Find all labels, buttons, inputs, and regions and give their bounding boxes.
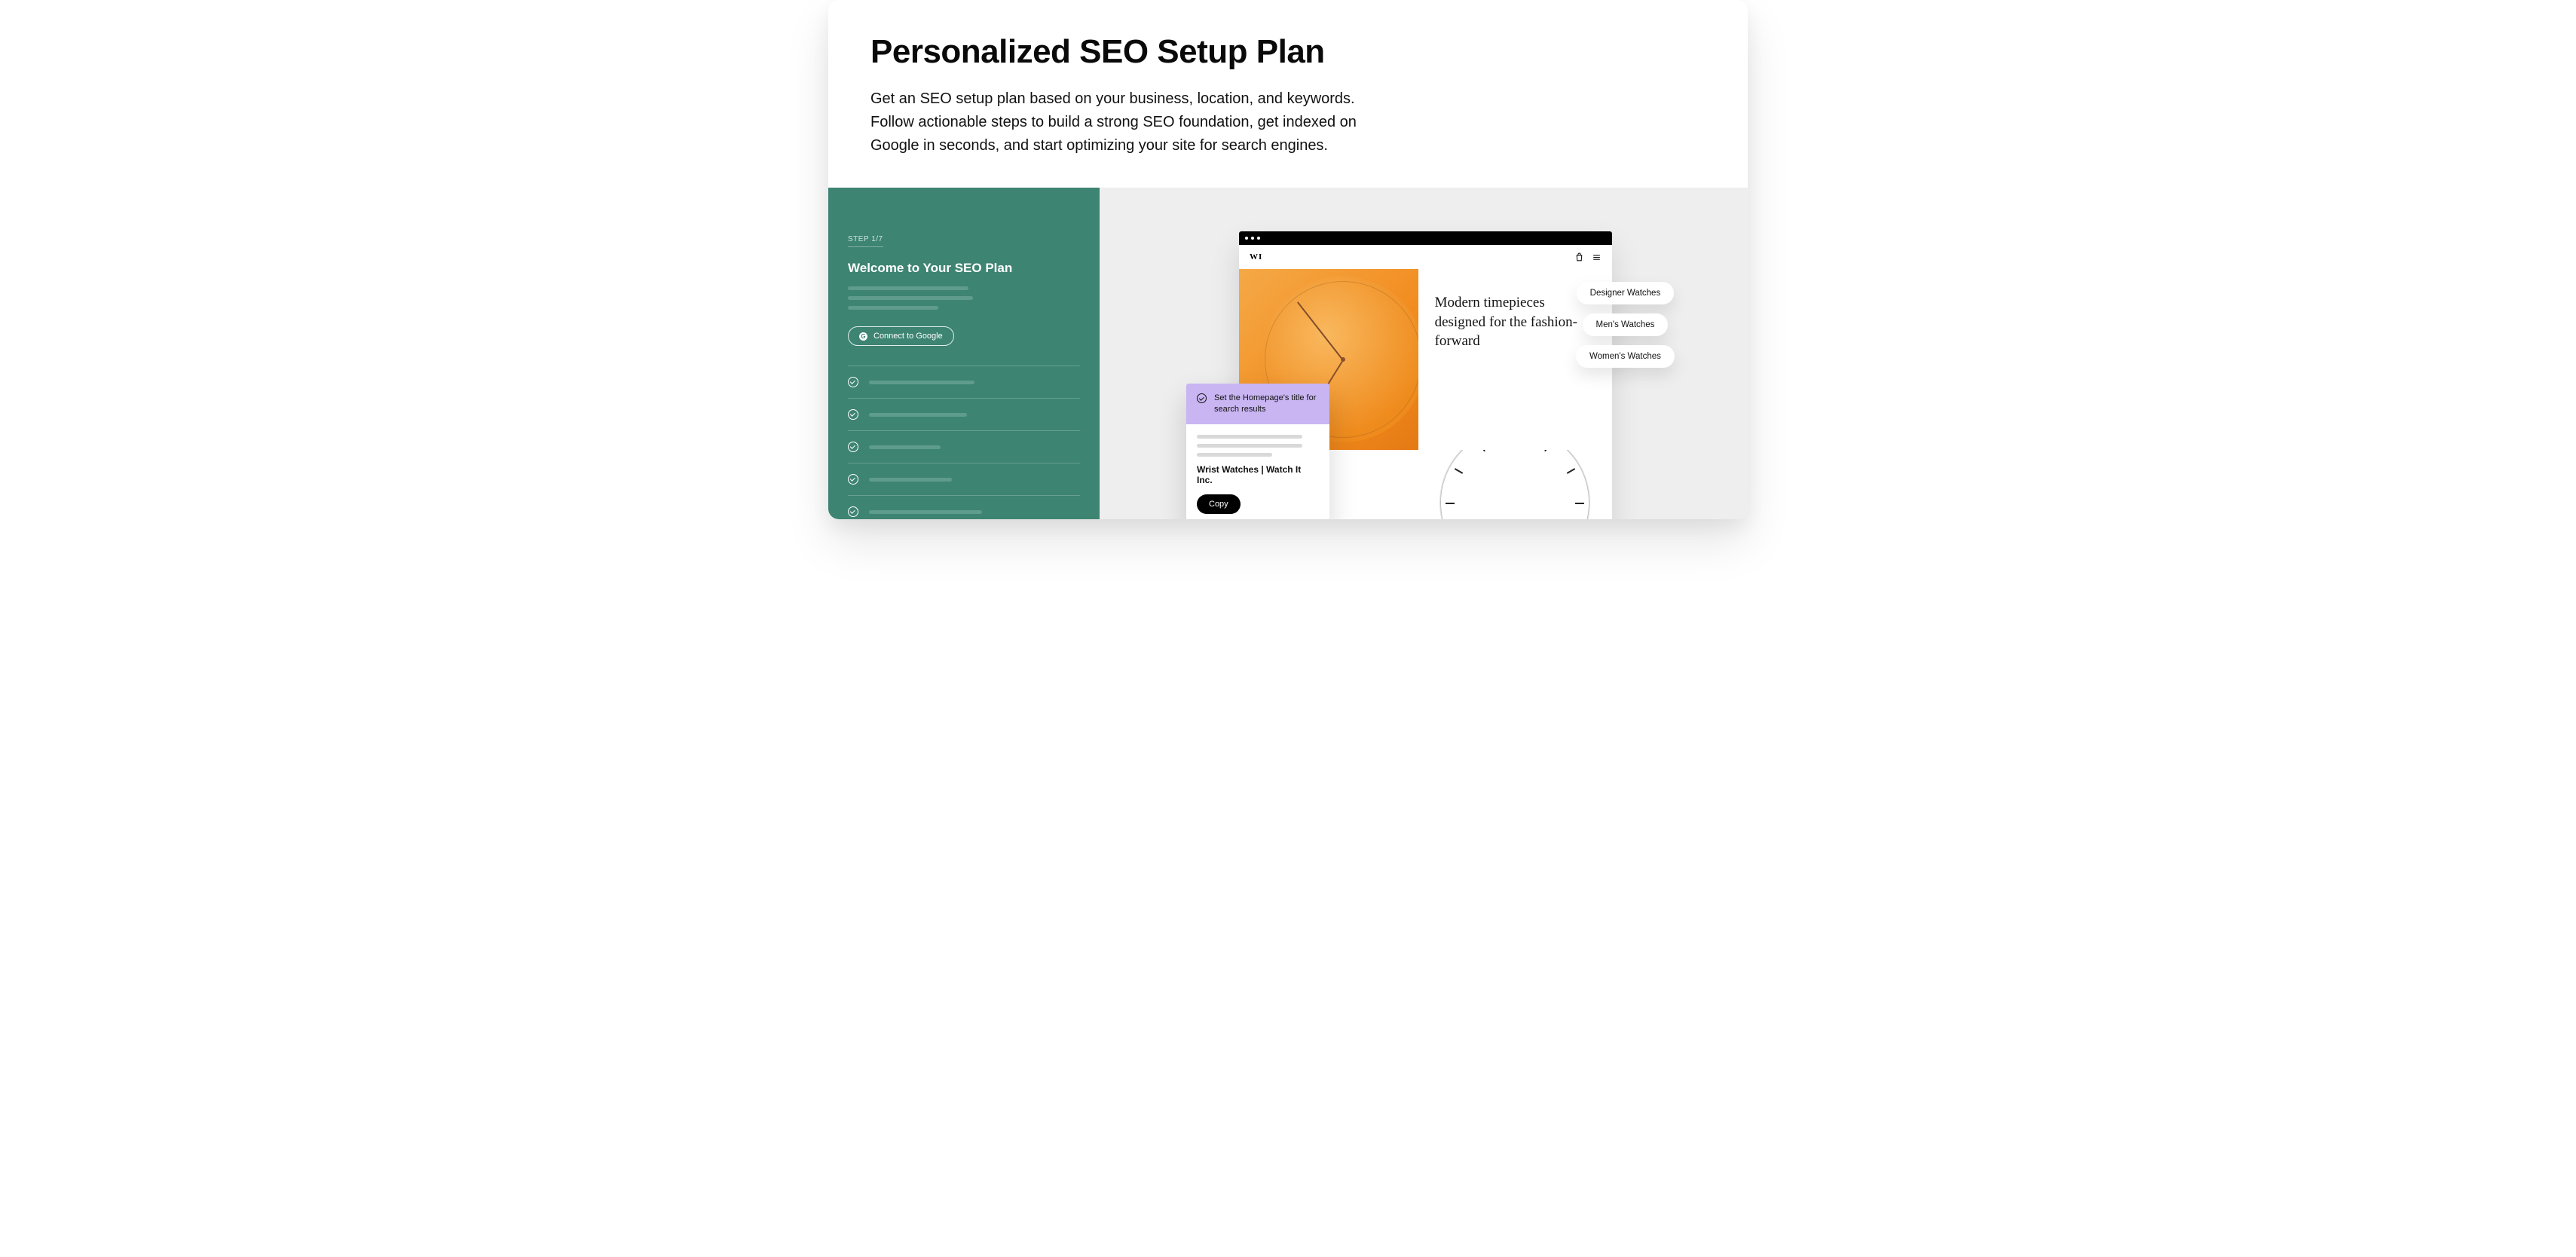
connect-to-google-button[interactable]: G Connect to Google	[848, 326, 954, 346]
hamburger-menu-icon[interactable]	[1592, 252, 1602, 262]
check-circle-icon	[848, 409, 858, 420]
task-card-header: Set the Homepage's title for search resu…	[1186, 384, 1329, 424]
placeholder-text-lines	[848, 286, 1080, 310]
feature-card: Personalized SEO Setup Plan Get an SEO s…	[828, 0, 1748, 519]
site-logo: WI	[1250, 252, 1262, 261]
check-circle-icon	[848, 442, 858, 452]
seo-wizard-panel: STEP 1/7 Welcome to Your SEO Plan G Conn…	[828, 188, 1100, 519]
task-title: Set the Homepage's title for search resu…	[1214, 393, 1319, 415]
check-circle-icon	[848, 474, 858, 485]
browser-chrome-bar	[1239, 231, 1612, 245]
product-watch-image	[1418, 450, 1612, 519]
checklist-item[interactable]	[848, 430, 1080, 463]
page-description: Get an SEO setup plan based on your busi…	[870, 87, 1398, 158]
check-circle-icon	[1197, 393, 1207, 403]
checklist-item[interactable]	[848, 365, 1080, 398]
text-block: Personalized SEO Setup Plan Get an SEO s…	[828, 0, 1748, 188]
connect-button-label: Connect to Google	[873, 332, 943, 341]
checklist-item[interactable]	[848, 398, 1080, 430]
keyword-pill[interactable]: Women's Watches	[1576, 345, 1675, 368]
shopping-bag-icon[interactable]	[1574, 252, 1584, 262]
check-circle-icon	[848, 377, 858, 387]
seo-panel-heading: Welcome to Your SEO Plan	[848, 261, 1080, 276]
check-circle-icon	[848, 506, 858, 517]
keyword-pill[interactable]: Men's Watches	[1583, 313, 1669, 336]
keyword-pill[interactable]: Designer Watches	[1577, 282, 1675, 304]
seo-task-card: Set the Homepage's title for search resu…	[1186, 384, 1329, 519]
checklist-item[interactable]	[848, 495, 1080, 519]
checklist-item[interactable]	[848, 463, 1080, 495]
site-header: WI	[1239, 245, 1612, 269]
keyword-pills: Designer Watches Men's Watches Women's W…	[1576, 282, 1675, 368]
task-result-text: Wrist Watches | Watch It Inc.	[1197, 464, 1319, 485]
google-icon: G	[859, 332, 867, 341]
page-title: Personalized SEO Setup Plan	[870, 33, 1706, 71]
copy-button[interactable]: Copy	[1197, 494, 1241, 514]
visual-area: STEP 1/7 Welcome to Your SEO Plan G Conn…	[828, 188, 1748, 519]
step-indicator: STEP 1/7	[848, 235, 883, 247]
